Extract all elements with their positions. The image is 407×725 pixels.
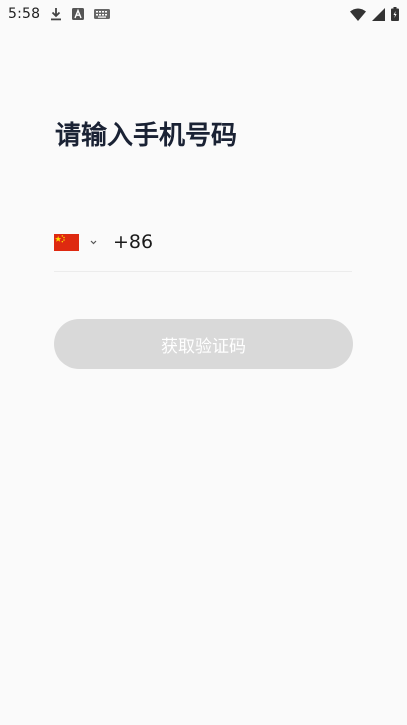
- get-verification-code-button[interactable]: 获取验证码: [54, 319, 353, 369]
- china-flag-icon: [54, 233, 79, 251]
- wifi-icon: [350, 8, 366, 21]
- status-left: 5:58: [8, 6, 111, 22]
- country-code-selector[interactable]: [54, 233, 97, 251]
- keyboard-icon: [94, 9, 111, 19]
- phone-number-input[interactable]: [163, 226, 407, 258]
- download-icon: [50, 7, 62, 21]
- page-title: 请输入手机号码: [55, 121, 238, 151]
- chevron-down-icon: [90, 240, 97, 245]
- status-right: [350, 7, 399, 21]
- phone-input-row: +86: [54, 225, 407, 272]
- dial-code: +86: [113, 231, 154, 253]
- battery-icon: [391, 7, 399, 21]
- status-time: 5:58: [8, 6, 41, 22]
- signal-icon: [372, 7, 385, 21]
- status-bar: 5:58: [0, 0, 407, 28]
- font-a-icon: [72, 8, 85, 20]
